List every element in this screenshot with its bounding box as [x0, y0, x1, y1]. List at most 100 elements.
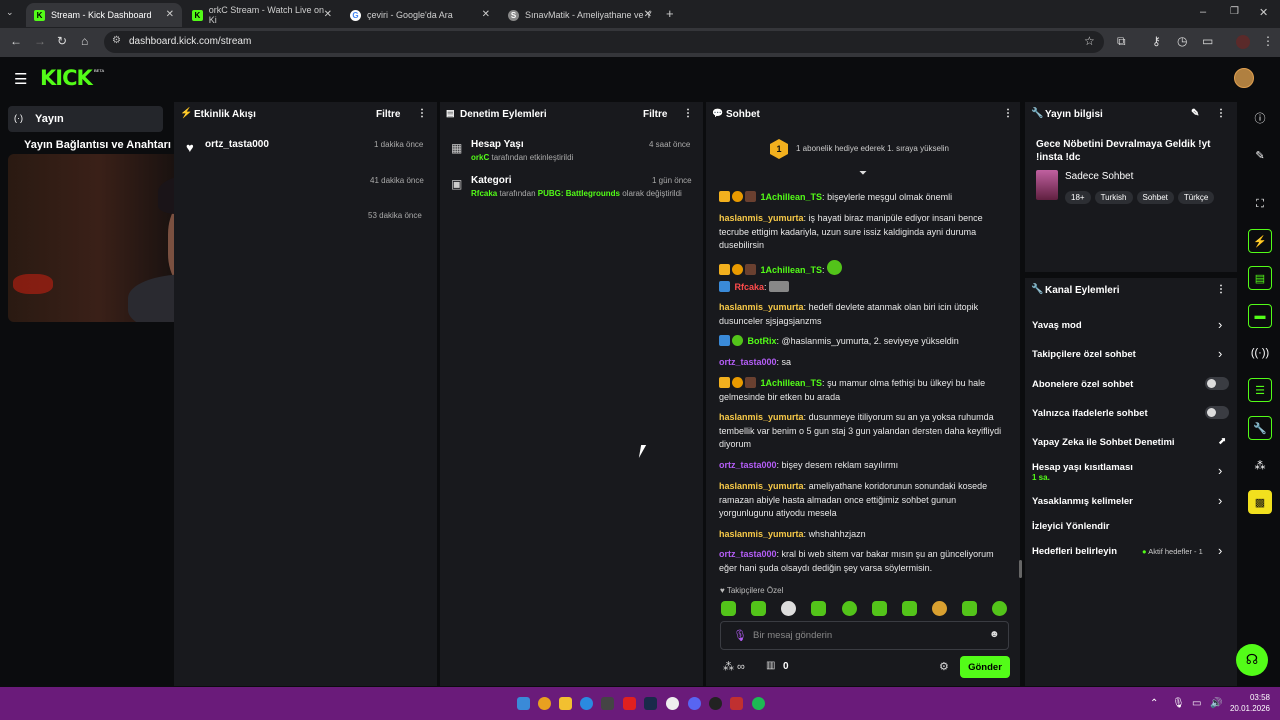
broadcast-icon[interactable]: ((·)): [1248, 341, 1272, 365]
wrench-icon[interactable]: 🔧: [1248, 416, 1272, 440]
category-thumbnail[interactable]: [1036, 170, 1058, 200]
gift-leaderboard-banner[interactable]: 1 abonelik hediye ederek 1. sıraya yükse…: [796, 144, 949, 153]
kebab-menu-icon[interactable]: ⋮: [1216, 108, 1226, 119]
window-close-icon[interactable]: ✕: [1259, 6, 1268, 19]
password-key-icon[interactable]: ⚷: [1152, 34, 1161, 48]
mod-actor[interactable]: Rfcaka: [471, 189, 497, 198]
mod-actor[interactable]: orkC: [471, 153, 489, 162]
chrome-taskbar-icon[interactable]: [538, 697, 551, 710]
emote-icon[interactable]: [902, 601, 917, 616]
tray-chevron-icon[interactable]: ⌃: [1150, 698, 1158, 709]
banned-words-item[interactable]: Yasaklanmış kelimeler: [1032, 496, 1133, 507]
profile-avatar[interactable]: [1236, 35, 1250, 49]
user-avatar[interactable]: [1234, 68, 1254, 88]
emoji-picker-icon[interactable]: ☻: [989, 629, 1000, 640]
network-icon[interactable]: ▭: [1192, 698, 1201, 709]
moderation-icon[interactable]: ☰: [1248, 378, 1272, 402]
spotify-icon[interactable]: [752, 697, 765, 710]
chat-username[interactable]: 1Achillean_TS: [761, 378, 823, 388]
mic-tray-icon[interactable]: 🎙: [1172, 698, 1185, 709]
microphone-icon[interactable]: 🎙: [733, 629, 747, 642]
tab-google-search[interactable]: G çeviri - Google'da Ara ✕: [342, 3, 498, 27]
chat-username[interactable]: haslanmis_yumurta: [719, 529, 804, 539]
sidebar-item-stream-key[interactable]: Yayın Bağlantısı ve Anahtarı: [24, 139, 171, 151]
start-windows-icon[interactable]: [517, 697, 530, 710]
emote-icon[interactable]: [962, 601, 977, 616]
chat-username[interactable]: ortz_tasta000: [719, 357, 777, 367]
followers-only-item[interactable]: Takipçilere özel sohbet: [1032, 349, 1136, 360]
chat-settings-gear-icon[interactable]: ⚙: [939, 660, 949, 673]
volume-icon[interactable]: 🔊: [1210, 698, 1222, 709]
back-icon[interactable]: ←: [10, 34, 22, 48]
bookmark-star-icon[interactable]: ☆: [1084, 34, 1095, 48]
chevron-right-icon[interactable]: ›: [1218, 493, 1222, 508]
emote-icon[interactable]: [781, 601, 796, 616]
store-icon[interactable]: ▥: [766, 660, 775, 671]
forward-icon[interactable]: →: [34, 34, 46, 48]
pinned-filter-icon[interactable]: ⏷: [859, 168, 867, 179]
emote-icon[interactable]: [811, 601, 826, 616]
filter-button[interactable]: Filtre: [643, 109, 667, 120]
sidebar-item-stream[interactable]: (·) Yayın: [8, 106, 163, 132]
chat-bubble-icon[interactable]: ▬: [1248, 304, 1272, 328]
chat-username[interactable]: haslanmis_yumurta: [719, 412, 804, 422]
obs-icon[interactable]: [709, 697, 722, 710]
sidepanel-icon[interactable]: ▭: [1202, 34, 1213, 48]
reload-icon[interactable]: ↻: [57, 34, 67, 48]
chevron-right-icon[interactable]: ›: [1218, 317, 1222, 332]
chat-username[interactable]: haslanmis_yumurta: [719, 213, 804, 223]
clock-time[interactable]: 03:58: [1246, 693, 1270, 702]
tag[interactable]: Türkçe: [1177, 191, 1215, 204]
emote-icon[interactable]: [751, 601, 766, 616]
category-name[interactable]: Sadece Sohbet: [1065, 171, 1133, 182]
mod-category[interactable]: PUBG: Battlegrounds: [538, 189, 620, 198]
activity-user[interactable]: ortz_tasta000: [205, 139, 269, 150]
lightning-icon[interactable]: ⚡: [1248, 229, 1272, 253]
tag[interactable]: Sohbet: [1136, 191, 1174, 204]
file-explorer-icon[interactable]: [559, 697, 572, 710]
chevron-right-icon[interactable]: ›: [1218, 463, 1222, 478]
chat-username[interactable]: 1Achillean_TS: [761, 192, 823, 202]
history-icon[interactable]: ◷: [1177, 34, 1187, 48]
tab-list-icon[interactable]: ⌄: [6, 7, 14, 18]
emote-icon[interactable]: [992, 601, 1007, 616]
chat-username[interactable]: Rfcaka: [735, 282, 765, 292]
tab-orkc-stream[interactable]: K orkC Stream - Watch Live on Ki ✕: [184, 3, 340, 27]
chevron-right-icon[interactable]: ›: [1218, 543, 1222, 558]
document-icon[interactable]: ▤: [1248, 266, 1272, 290]
store-taskbar-icon[interactable]: [601, 697, 614, 710]
share-icon[interactable]: ⁂: [1248, 453, 1272, 477]
chevron-right-icon[interactable]: ›: [1218, 346, 1222, 361]
discord-icon[interactable]: [688, 697, 701, 710]
tab-sinavmatik[interactable]: S SınavMatik - Ameliyathane ve Y ✕: [500, 3, 660, 27]
close-icon[interactable]: ✕: [166, 9, 174, 20]
clock-date[interactable]: 20.01.2026: [1228, 704, 1270, 713]
chat-username[interactable]: 1Achillean_TS: [761, 265, 823, 275]
close-icon[interactable]: ✕: [644, 9, 652, 20]
chat-input[interactable]: 🎙 Bir mesaj gönderin ☻: [720, 621, 1009, 650]
kebab-menu-icon[interactable]: ⋮: [417, 108, 427, 119]
raid-viewers-item[interactable]: İzleyici Yönlendir: [1032, 521, 1109, 532]
youtube-icon[interactable]: [623, 697, 636, 710]
kebab-menu-icon[interactable]: ⋮: [683, 108, 693, 119]
kebab-menu-icon[interactable]: ⋮: [1216, 284, 1226, 295]
send-button[interactable]: Gönder: [960, 656, 1010, 678]
tab-kick-dashboard[interactable]: K Stream - Kick Dashboard ✕: [26, 3, 182, 27]
emote-icon[interactable]: [932, 601, 947, 616]
chat-username[interactable]: haslanmis_yumurta: [719, 302, 804, 312]
filter-button[interactable]: Filtre: [376, 109, 400, 120]
maximize-icon[interactable]: ❐: [1230, 6, 1239, 17]
extensions-icon[interactable]: ⧉: [1117, 34, 1126, 49]
edge-icon[interactable]: [580, 697, 593, 710]
minimize-icon[interactable]: –: [1200, 6, 1206, 18]
app-icon[interactable]: [666, 697, 679, 710]
account-age-item[interactable]: Hesap yaşı kısıtlaması: [1032, 462, 1133, 473]
menu-kebab-icon[interactable]: ⋮: [1262, 34, 1274, 48]
chat-scrollbar[interactable]: [1019, 560, 1022, 578]
steam-icon[interactable]: [644, 697, 657, 710]
chart-icon[interactable]: ⬈: [1218, 436, 1226, 447]
emote-icon[interactable]: [721, 601, 736, 616]
chat-username[interactable]: BotRix: [748, 336, 777, 346]
chat-username[interactable]: ortz_tasta000: [719, 460, 777, 470]
kick-logo[interactable]: KICK: [40, 66, 93, 90]
